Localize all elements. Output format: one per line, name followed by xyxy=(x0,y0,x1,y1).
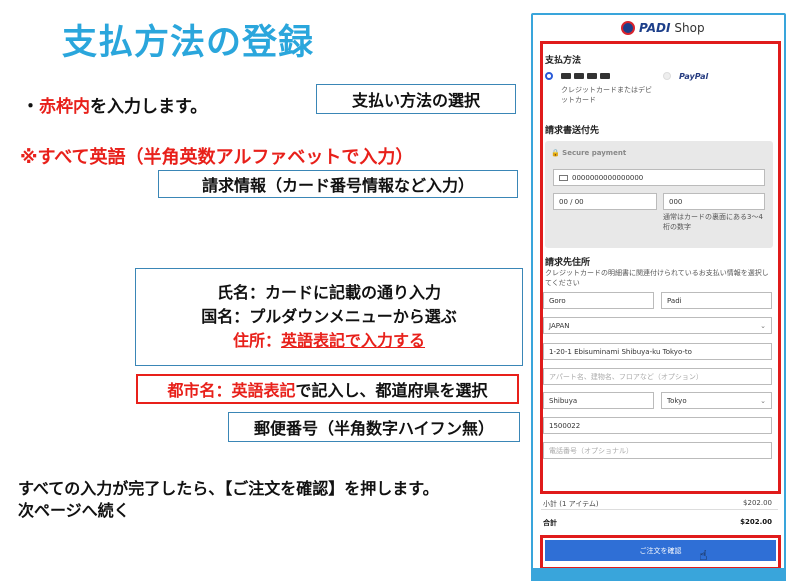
logo-shop-text: Shop xyxy=(674,21,705,35)
logo-padi-text: PADI xyxy=(639,21,671,35)
card-brand-icon-1 xyxy=(561,73,571,79)
card-number-value: 0000000000000000 xyxy=(572,173,644,182)
chevron-down-icon: ⌄ xyxy=(760,396,766,405)
card-number-input[interactable]: 0000000000000000 xyxy=(553,169,765,186)
country-select[interactable]: JAPAN ⌄ xyxy=(543,317,772,334)
cvc-input[interactable]: 000 xyxy=(663,193,765,210)
callout-country-line: 国名：プルダウンメニューから選ぶ xyxy=(201,307,457,326)
callout-address-value: 英語表記で入力する xyxy=(281,331,426,350)
english-only-warning: ※すべて英語（半角英数アルファベットで入力） xyxy=(20,147,414,168)
card-radio[interactable] xyxy=(545,72,553,80)
cvc-help-text: 通常はカードの裏面にある3～4桁の数字 xyxy=(663,213,763,231)
padi-shop-checkout-panel: PADI Shop 支払方法 クレジットカードまたはデビットカード PayPal… xyxy=(531,13,786,575)
callout-postal-code: 郵便番号（半角数字ハイフン無） xyxy=(228,412,520,442)
billing-contact-help: クレジットカードの明細書に関連付けられているお支払い情報を選択してください xyxy=(545,269,769,287)
padi-shop-logo: PADI Shop xyxy=(621,21,705,35)
callout-name-address: 氏名：カードに記載の通り入力 国名：プルダウンメニューから選ぶ 住所：英語表記で… xyxy=(135,268,523,366)
billing-contact-title: 請求先住所 xyxy=(545,258,591,268)
bullet-red-text: 赤枠内 xyxy=(39,97,90,117)
phone-input[interactable]: 電話番号（オプショナル） xyxy=(543,442,772,459)
total-value: $202.00 xyxy=(740,518,772,526)
slide-title: 支払方法の登録 xyxy=(62,23,315,63)
callout-address-line: 住所：英語表記で入力する xyxy=(233,329,425,353)
callout-payment-method: 支払い方法の選択 xyxy=(316,84,516,114)
secure-payment-box: 🔒 Secure payment 0000000000000000 00 / 0… xyxy=(545,141,773,248)
callout-city: 都市名：英語表記 で記入し、都道府県を選択 xyxy=(136,374,519,404)
prefecture-value: Tokyo xyxy=(667,396,687,405)
instruction-bullet: ・赤枠内を入力します。 xyxy=(22,92,207,117)
secure-payment-text: Secure payment xyxy=(562,149,627,157)
lock-icon: 🔒 xyxy=(551,149,560,157)
billing-address-title: 請求書送付先 xyxy=(545,126,600,136)
card-brand-icon-3 xyxy=(587,73,597,79)
confirm-order-button[interactable]: ご注文を確認 xyxy=(545,540,776,561)
panel-bottom-bar xyxy=(531,568,786,581)
callout-name-line: 氏名：カードに記載の通り入力 xyxy=(216,283,441,302)
card-option-label: クレジットカードまたはデビットカード xyxy=(561,86,652,104)
postal-code-input[interactable]: 1500022 xyxy=(543,417,772,434)
paypal-radio[interactable] xyxy=(663,72,671,80)
secure-payment-label: 🔒 Secure payment xyxy=(551,149,626,157)
callout-city-rest: で記入し、都道府県を選択 xyxy=(295,381,488,400)
summary-divider xyxy=(541,509,778,510)
city-input[interactable]: Shibuya xyxy=(543,392,654,409)
card-brand-icon-2 xyxy=(574,73,584,79)
expiry-input[interactable]: 00 / 00 xyxy=(553,193,657,210)
chevron-down-icon: ⌄ xyxy=(760,321,766,330)
footer-text: すべての入力が完了したら、【ご注文を確認】を押します。 次ページへ続く xyxy=(18,478,439,522)
first-name-input[interactable]: Goro xyxy=(543,292,654,309)
paypal-label: PayPal xyxy=(679,72,709,81)
card-icon xyxy=(559,174,568,181)
padi-logo-icon xyxy=(621,21,635,35)
bullet-prefix: ・ xyxy=(22,97,39,117)
address-line2-input[interactable]: アパート名、建物名、フロアなど（オプション） xyxy=(543,368,772,385)
hand-cursor-icon: ☝ xyxy=(699,548,708,564)
subtotal-label: 小計 (1 アイテム) xyxy=(543,500,599,508)
subtotal-value: $202.00 xyxy=(743,499,772,507)
prefecture-select[interactable]: Tokyo ⌄ xyxy=(661,392,772,409)
total-label: 合計 xyxy=(543,519,557,527)
footer-line-1: すべての入力が完了したら、【ご注文を確認】を押します。 xyxy=(18,479,439,498)
payment-method-title: 支払方法 xyxy=(545,56,582,66)
callout-billing-info: 請求情報（カード番号情報など入力） xyxy=(158,170,518,198)
bullet-rest-text: を入力します。 xyxy=(90,97,208,117)
callout-city-red: 都市名：英語表記 xyxy=(167,381,296,400)
card-brand-icon-4 xyxy=(600,73,610,79)
footer-line-2: 次ページへ続く xyxy=(18,501,130,520)
country-value: JAPAN xyxy=(549,321,570,330)
address-line1-input[interactable]: 1-20-1 Ebisuminami Shibuya-ku Tokyo-to xyxy=(543,343,772,360)
last-name-input[interactable]: Padi xyxy=(661,292,772,309)
callout-address-label: 住所： xyxy=(232,331,281,350)
